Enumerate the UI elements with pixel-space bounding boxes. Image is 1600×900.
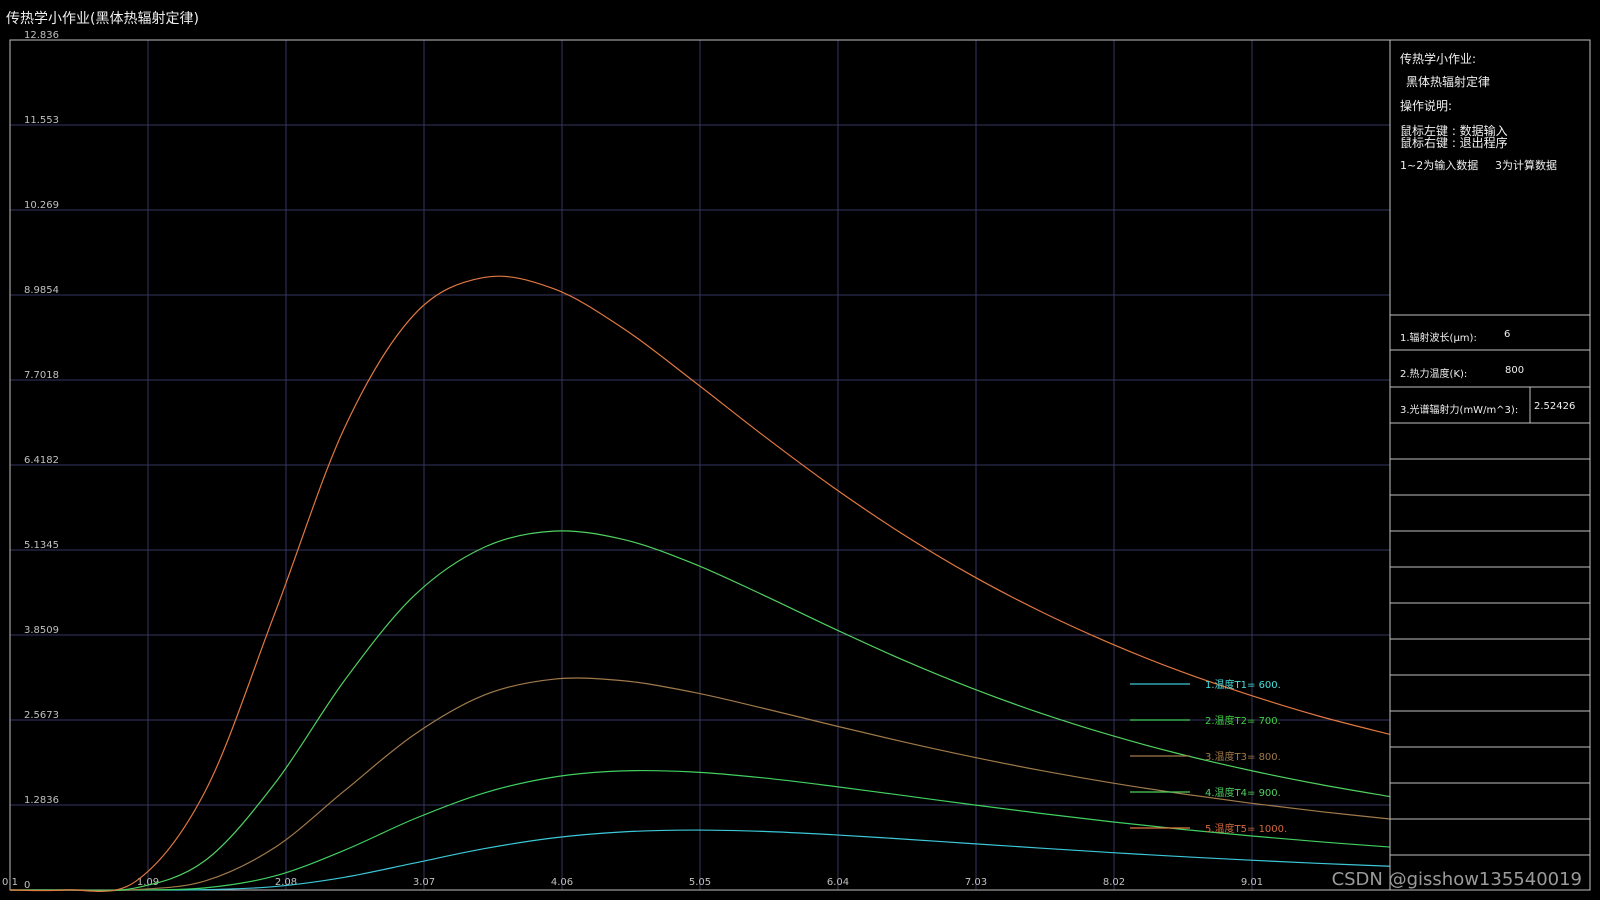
note-inputs: 1~2为输入数据 — [1400, 159, 1479, 172]
x-tick-label: 8.02 — [1103, 877, 1125, 888]
right-click-instruction: 鼠标右键 : 退出程序 — [1400, 136, 1508, 150]
field-radiation-label: 3.光谱辐射力(mW/m^3): — [1400, 405, 1519, 416]
field-wavelength-value[interactable]: 6 — [1504, 329, 1510, 340]
panel-heading: 传热学小作业: — [1400, 52, 1477, 66]
tick-labels: 0.1 1.09 2.08 3.07 4.06 5.05 6.04 7.03 8.02 9.010… — [2, 30, 1263, 891]
field-temperature-value[interactable]: 800 — [1505, 365, 1524, 376]
panel-subheading: 黑体热辐射定律 — [1406, 75, 1491, 89]
x-tick-label: 0.1 — [2, 877, 18, 888]
y-tick-label: 7.7018 — [24, 370, 59, 381]
y-tick-label: 11.553 — [24, 115, 59, 126]
instructions-label: 操作说明: — [1400, 99, 1453, 113]
field-wavelength-label: 1.辐射波长(μm): — [1400, 333, 1477, 344]
note-calc: 3为计算数据 — [1495, 159, 1557, 172]
field-radiation-value: 2.52426 — [1534, 401, 1576, 412]
legend-label-3: 3.温度T3= 800. — [1205, 750, 1281, 763]
watermark: CSDN @gisshow135540019 — [1331, 869, 1582, 890]
x-tick-label: 4.06 — [551, 877, 573, 888]
x-tick-label: 5.05 — [689, 877, 711, 888]
x-tick-label: 3.07 — [413, 877, 435, 888]
y-tick-label: 2.5673 — [24, 710, 59, 721]
legend: 1.温度T1= 600. 2.温度T2= 700. 3.温度T3= 800. 4.温度… — [1130, 678, 1287, 835]
y-tick-label: 0 — [24, 880, 30, 891]
x-tick-label: 7.03 — [965, 877, 987, 888]
grid — [10, 40, 1390, 890]
legend-label-4: 4.温度T4= 900. — [1205, 786, 1281, 799]
y-tick-label: 1.2836 — [24, 795, 59, 806]
legend-label-2: 2.温度T2= 700. — [1205, 714, 1281, 727]
legend-label-1: 1.温度T1= 600. — [1205, 678, 1281, 691]
y-tick-label: 5.1345 — [24, 540, 59, 551]
y-tick-label: 12.836 — [24, 30, 59, 41]
y-tick-label: 3.8509 — [24, 625, 59, 636]
y-tick-label: 6.4182 — [24, 455, 59, 466]
field-temperature-label: 2.热力温度(K): — [1400, 369, 1468, 380]
y-tick-label: 10.269 — [24, 200, 59, 211]
legend-label-5: 5.温度T5= 1000. — [1205, 822, 1287, 835]
spectral-radiation-chart: 0.1 1.09 2.08 3.07 4.06 5.05 6.04 7.03 8.02 9.010… — [2, 30, 1591, 892]
x-tick-label: 6.04 — [827, 877, 849, 888]
y-tick-label: 8.9854 — [24, 285, 59, 296]
x-tick-label: 9.01 — [1241, 877, 1263, 888]
